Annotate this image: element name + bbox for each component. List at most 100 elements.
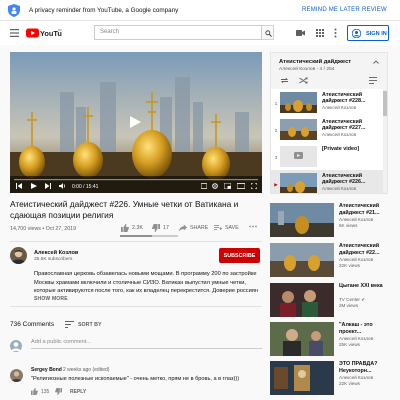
subtitles-icon[interactable] xyxy=(201,183,207,189)
recommended-views: 25K views xyxy=(339,342,360,347)
recommended-title: ЭТО ПРАВДА? Неукоторн... xyxy=(339,361,378,374)
account-icon xyxy=(352,29,361,38)
apps-icon[interactable] xyxy=(316,29,324,37)
recommended-channel: Алексей Козлов xyxy=(339,375,374,380)
video-thumbnail xyxy=(270,243,334,277)
sort-by-button[interactable]: SORT BY xyxy=(78,322,102,328)
menu-icon[interactable] xyxy=(10,29,19,37)
play-button-icon[interactable] xyxy=(31,183,37,189)
recommended-channel: Алексей Козлов xyxy=(339,217,374,222)
shield-icon xyxy=(8,4,20,17)
now-playing-icon: ▶ xyxy=(274,182,278,187)
skip-next-icon[interactable] xyxy=(45,183,51,189)
view-count-date: 14,700 views • Oct 27, 2019 xyxy=(10,226,77,232)
playlist-item-author: Алексей Козлов xyxy=(322,186,357,191)
video-frame xyxy=(10,52,262,193)
playlist-item-title: Атеистический дайджест #227... xyxy=(322,119,366,132)
video-title: Атеистический дайджест #226. Умные четки… xyxy=(10,199,239,220)
playlist-item-title: [Private video] xyxy=(322,146,360,152)
comment-author[interactable]: Sergey Bond xyxy=(31,367,62,373)
recommended-views: 22K views xyxy=(339,263,360,268)
video-thumbnail xyxy=(270,283,334,317)
reply-button[interactable]: REPLY xyxy=(70,389,86,395)
recommended-video[interactable]: Атеистический дайджест #22... Алексей Ко… xyxy=(270,243,390,277)
playlist-title[interactable]: Атеистический дайджест xyxy=(279,59,351,65)
playlist-item-current[interactable]: ▶ Атеистический дайджест #226... Алексей… xyxy=(271,170,383,193)
comment-like-icon[interactable] xyxy=(31,388,38,395)
user-avatar xyxy=(10,340,22,352)
playlist-subtitle: Алексей Козлов - 4 / 254 xyxy=(279,67,335,72)
recommended-title: Цыгане XXI века xyxy=(339,283,383,289)
playlist-item[interactable]: 3 [Private video] xyxy=(271,143,381,171)
like-ratio-fill xyxy=(120,235,152,237)
remind-later-button[interactable]: REMIND ME LATER xyxy=(302,7,360,13)
recommended-video[interactable]: "Алкаш - это проект... Алексей Козлов 25… xyxy=(270,322,390,356)
playlist-item-number: 3 xyxy=(274,155,278,160)
recommended-views: 6K views xyxy=(339,223,358,228)
masthead: YouTube RU Search SIGN IN xyxy=(0,21,400,45)
sort-icon[interactable] xyxy=(65,321,74,328)
like-button[interactable]: 2.3K xyxy=(121,224,147,233)
playlist-item[interactable]: 1 Атеистический дайджест #228... Алексей… xyxy=(271,89,381,117)
channel-avatar[interactable] xyxy=(10,247,27,264)
create-video-icon[interactable] xyxy=(296,29,305,37)
playlist-add-icon xyxy=(214,225,222,230)
review-button[interactable]: REVIEW xyxy=(362,7,387,13)
comment-dislike-icon[interactable] xyxy=(55,388,62,395)
time-display: 0:00 / 15:41 xyxy=(72,184,99,190)
add-comment-input[interactable]: Add a public comment... xyxy=(31,339,262,349)
dislike-button[interactable]: 17 xyxy=(152,224,174,233)
recommended-views: 2M views xyxy=(339,303,359,308)
theater-mode-icon[interactable] xyxy=(237,183,245,189)
search-input[interactable]: Search xyxy=(94,25,262,40)
miniplayer-icon[interactable] xyxy=(224,183,231,189)
dislike-count: 17 xyxy=(163,225,169,231)
subscribe-button[interactable]: SUBSCRIBE xyxy=(219,248,260,263)
fullscreen-icon[interactable] xyxy=(251,183,257,189)
video-player[interactable]: 0:00 / 15:41 xyxy=(10,52,262,193)
playlist-item[interactable]: 2 Атеистический дайджест #227... Алексей… xyxy=(271,116,381,144)
recommended-title: Атеистический дайджест #21... xyxy=(339,203,380,216)
comment-like-count: 135 xyxy=(41,389,50,395)
share-label: SHARE xyxy=(190,225,209,231)
save-button[interactable]: SAVE xyxy=(214,224,242,233)
youtube-logo[interactable]: YouTube RU xyxy=(26,27,62,39)
volume-icon[interactable] xyxy=(59,183,66,189)
playlist-scrollbar-thumb[interactable] xyxy=(383,91,387,116)
search-button[interactable] xyxy=(262,25,274,40)
loop-icon[interactable] xyxy=(280,77,289,84)
collapse-icon[interactable] xyxy=(373,59,379,65)
settings-icon[interactable] xyxy=(212,183,218,189)
share-button[interactable]: SHARE xyxy=(179,224,209,233)
sign-in-button[interactable]: SIGN IN xyxy=(347,25,389,41)
skip-back-icon[interactable] xyxy=(16,183,22,189)
channel-name[interactable]: Алексей Козлов xyxy=(34,250,78,256)
sign-in-label: SIGN IN xyxy=(366,31,387,37)
thumbs-down-icon xyxy=(152,224,160,232)
video-thumbnail xyxy=(270,203,334,237)
playlist-item-title: Атеистический дайджест #226... xyxy=(322,173,366,186)
show-more-button[interactable]: SHOW MORE xyxy=(34,296,68,302)
recommended-video[interactable]: Цыгане XXI века TV Center ✔ 2M views xyxy=(270,283,390,317)
thumbs-up-icon xyxy=(121,224,129,232)
commenter-avatar[interactable] xyxy=(10,369,23,382)
more-actions-icon[interactable] xyxy=(249,225,257,228)
like-count: 2.3K xyxy=(132,225,143,231)
video-thumbnail xyxy=(270,322,334,356)
playlist-item-title: Атеистический дайджест #228... xyxy=(322,92,366,105)
recommended-video[interactable]: Атеистический дайджест #21... Алексей Ко… xyxy=(270,203,390,237)
playlist-thumbnail xyxy=(280,119,317,140)
svg-text:RU: RU xyxy=(58,28,62,32)
recommended-video[interactable]: ЭТО ПРАВДА? Неукоторн... Алексей Козлов … xyxy=(270,361,390,395)
subscriber-count: 35.5K subscribers xyxy=(34,257,73,262)
video-thumbnail xyxy=(270,361,334,395)
playlist-item-author: Алексей Козлов xyxy=(322,105,357,110)
playlist-thumbnail xyxy=(280,92,317,113)
more-options-icon[interactable] xyxy=(334,28,337,38)
recommended-title: "Алкаш - это проект... xyxy=(339,322,373,335)
save-label: SAVE xyxy=(225,225,239,231)
playlist-menu-icon[interactable] xyxy=(369,77,377,84)
comment-time[interactable]: 2 weeks ago (edited) xyxy=(63,367,109,373)
recommended-views: 22K views xyxy=(339,381,360,386)
shuffle-icon[interactable] xyxy=(299,77,308,84)
